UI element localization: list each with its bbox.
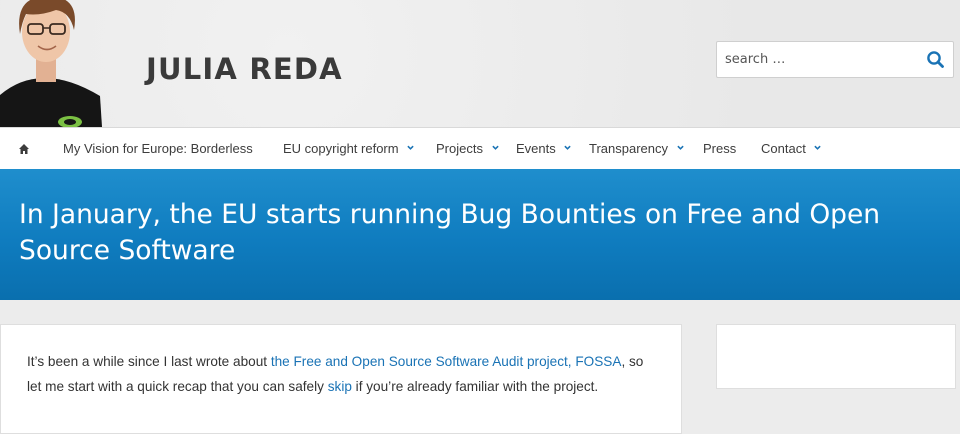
nav-item-contact[interactable]: Contact: [761, 128, 822, 169]
avatar[interactable]: [0, 0, 102, 127]
site-header: JULIA REDA: [0, 0, 960, 127]
article-paragraph: It’s been a while since I last wrote abo…: [27, 349, 647, 399]
search-icon: [927, 51, 944, 68]
nav-item-transparency[interactable]: Transparency: [589, 128, 684, 169]
fossa-link[interactable]: the Free and Open Source Software Audit …: [271, 354, 622, 369]
post-header-banner: In January, the EU starts running Bug Bo…: [0, 169, 960, 300]
paragraph-text: if you’re already familiar with the proj…: [351, 379, 599, 394]
post-title: In January, the EU starts running Bug Bo…: [19, 199, 881, 266]
sidebar-widget: [716, 324, 956, 389]
nav-item-events[interactable]: Events: [516, 128, 572, 169]
nav-item-eu-copyright-reform[interactable]: EU copyright reform: [283, 128, 414, 169]
article-body: It’s been a while since I last wrote abo…: [0, 324, 682, 434]
nav-item-label: Contact: [761, 141, 806, 156]
nav-item-label: Press: [703, 141, 737, 156]
nav-item-press[interactable]: Press: [703, 128, 736, 169]
site-title[interactable]: JULIA REDA: [146, 52, 343, 86]
skip-link[interactable]: skip: [328, 379, 352, 394]
main-nav: My Vision for Europe: Borderless EU copy…: [0, 127, 960, 169]
search-input[interactable]: [717, 42, 917, 77]
home-icon: [19, 143, 29, 154]
nav-item-label: My Vision for Europe: Borderless: [63, 141, 253, 156]
chevron-down-icon: [407, 145, 414, 150]
nav-item-projects[interactable]: Projects: [436, 128, 499, 169]
chevron-down-icon: [676, 145, 684, 150]
nav-item-label: Projects: [436, 141, 483, 156]
search-box: [716, 41, 954, 78]
nav-item-label: Transparency: [589, 141, 668, 156]
nav-home[interactable]: [18, 128, 34, 169]
chevron-down-icon: [564, 145, 572, 150]
search-button[interactable]: [925, 49, 947, 71]
nav-item-label: EU copyright reform: [283, 141, 399, 156]
chevron-down-icon: [814, 145, 822, 150]
paragraph-text: It’s been a while since I last wrote abo…: [27, 354, 271, 369]
chevron-down-icon: [491, 145, 499, 150]
nav-item-vision[interactable]: My Vision for Europe: Borderless: [63, 128, 253, 169]
nav-item-label: Events: [516, 141, 556, 156]
